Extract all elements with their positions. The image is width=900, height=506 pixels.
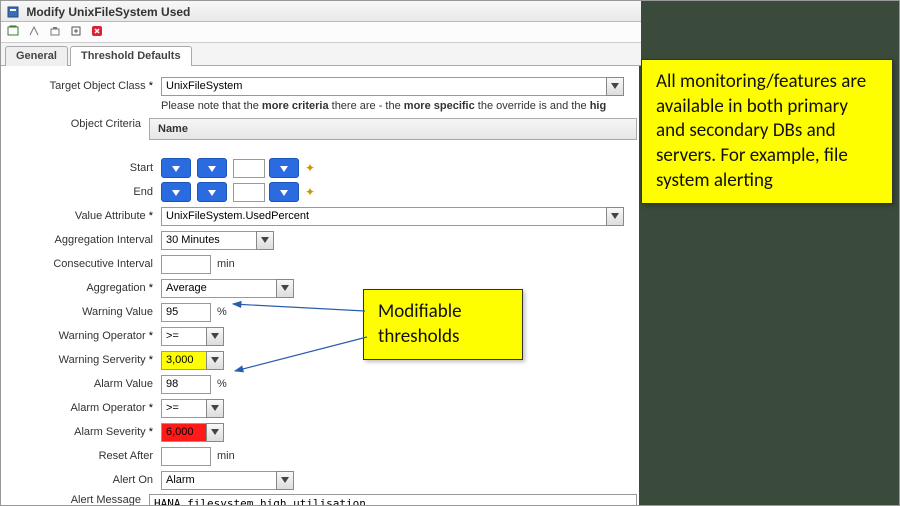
unit-min-1: min — [217, 258, 235, 270]
form-body: Target Object Class Please note that the… — [1, 66, 641, 506]
target-class-dropdown[interactable] — [606, 77, 624, 96]
warn-sev-field[interactable] — [161, 351, 207, 370]
agg-interval-dropdown[interactable] — [256, 231, 274, 250]
label-alarm-sev: Alarm Severity — [5, 426, 161, 438]
label-warn-value: Warning Value — [5, 306, 161, 318]
alarm-value-field[interactable] — [161, 375, 211, 394]
label-end: End — [5, 186, 161, 198]
tab-threshold-defaults[interactable]: Threshold Defaults — [70, 46, 192, 66]
label-alert-on: Alert On — [5, 474, 161, 486]
end-sel-3[interactable] — [269, 182, 299, 202]
label-alarm-value: Alarm Value — [5, 378, 161, 390]
end-text[interactable] — [233, 183, 265, 202]
label-value-attr: Value Attribute — [5, 210, 161, 222]
label-alarm-op: Alarm Operator — [5, 402, 161, 414]
reset-after-field[interactable] — [161, 447, 211, 466]
tb-icon-5[interactable] — [91, 25, 103, 40]
tb-icon-4[interactable] — [70, 25, 82, 40]
criteria-note: Please note that the more criteria there… — [5, 100, 637, 118]
dialog-toolbar — [1, 22, 641, 43]
alert-msg-field[interactable] — [149, 494, 637, 506]
alarm-op-dropdown[interactable] — [206, 399, 224, 418]
alert-on-dropdown[interactable] — [276, 471, 294, 490]
label-warn-sev: Warning Serverity — [5, 354, 161, 366]
warn-op-dropdown[interactable] — [206, 327, 224, 346]
start-sel-2[interactable] — [197, 158, 227, 178]
warn-value-field[interactable] — [161, 303, 211, 322]
target-class-field[interactable] — [161, 77, 607, 96]
modify-dialog: Modify UnixFileSystem Used General Thres… — [1, 1, 641, 506]
end-sel-2[interactable] — [197, 182, 227, 202]
warn-op-field[interactable] — [161, 327, 207, 346]
criteria-col-name: Name — [158, 123, 188, 135]
alarm-sev-field[interactable] — [161, 423, 207, 442]
agg-interval-field[interactable] — [161, 231, 257, 250]
tab-strip: General Threshold Defaults — [1, 43, 641, 66]
warn-sev-dropdown[interactable] — [206, 351, 224, 370]
label-alert-msg: Alert Message — [5, 494, 149, 506]
dialog-title: Modify UnixFileSystem Used — [26, 5, 190, 19]
start-sel-3[interactable] — [269, 158, 299, 178]
tb-icon-2[interactable] — [28, 25, 40, 40]
consec-interval-field[interactable] — [161, 255, 211, 274]
label-warn-op: Warning Operator — [5, 330, 161, 342]
callout-thresholds-note: Modifiable thresholds — [363, 289, 523, 360]
alarm-sev-dropdown[interactable] — [206, 423, 224, 442]
alarm-op-field[interactable] — [161, 399, 207, 418]
label-start: Start — [5, 162, 161, 174]
aggregation-field[interactable] — [161, 279, 277, 298]
tab-general[interactable]: General — [5, 46, 68, 66]
label-aggregation: Aggregation — [5, 282, 161, 294]
label-object-criteria: Object Criteria — [5, 118, 149, 130]
alert-on-field[interactable] — [161, 471, 277, 490]
start-wand-icon[interactable]: ✦ — [305, 161, 315, 175]
label-consec-interval: Consecutive Interval — [5, 258, 161, 270]
callout-monitoring-note: All monitoring/features are available in… — [641, 59, 893, 204]
unit-min-2: min — [217, 450, 235, 462]
end-sel-1[interactable] — [161, 182, 191, 202]
app-icon — [7, 6, 19, 18]
tb-icon-1[interactable] — [7, 25, 19, 40]
start-text[interactable] — [233, 159, 265, 178]
end-wand-icon[interactable]: ✦ — [305, 185, 315, 199]
unit-pct-1: % — [217, 306, 227, 318]
dialog-titlebar: Modify UnixFileSystem Used — [1, 1, 641, 22]
label-agg-interval: Aggregation Interval — [5, 234, 161, 246]
label-target-class: Target Object Class — [5, 80, 161, 92]
value-attr-field[interactable] — [161, 207, 607, 226]
aggregation-dropdown[interactable] — [276, 279, 294, 298]
value-attr-dropdown[interactable] — [606, 207, 624, 226]
start-sel-1[interactable] — [161, 158, 191, 178]
tb-icon-3[interactable] — [49, 25, 61, 40]
criteria-grid-header[interactable]: Name — [149, 118, 637, 140]
label-reset-after: Reset After — [5, 450, 161, 462]
unit-pct-2: % — [217, 378, 227, 390]
